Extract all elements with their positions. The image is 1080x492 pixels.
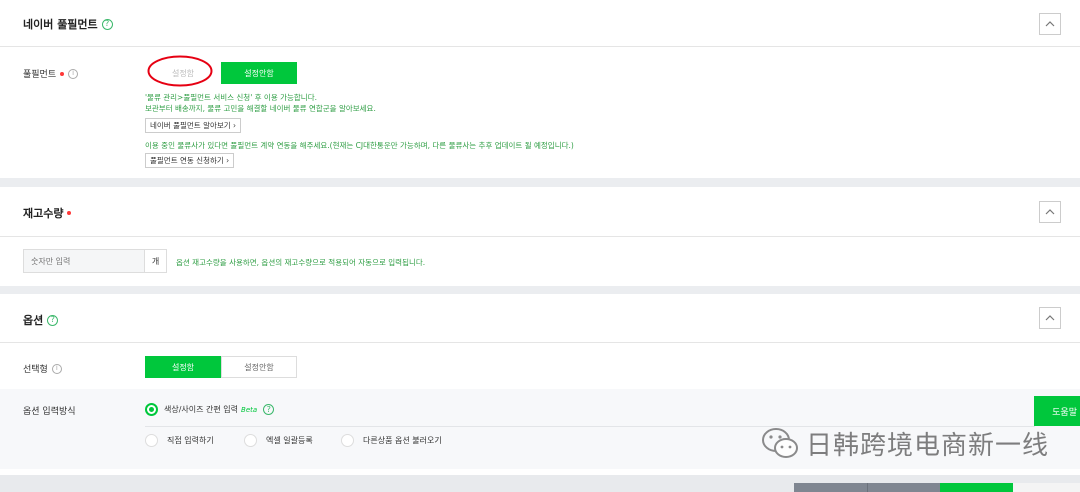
help-icon[interactable]: ? xyxy=(263,404,275,415)
radio-icon xyxy=(145,434,158,447)
radio-direct-input[interactable]: 직접 입력하기 xyxy=(145,434,214,447)
collapse-stock-button[interactable] xyxy=(1039,201,1061,223)
apply-fulfillment-link[interactable]: 풀필먼트 연동 신청하기 › xyxy=(145,153,235,168)
stock-section: 재고수량 개 옵션 재고수량을 사용하면, 옵션의 재고수량으로 적용되어 자동… xyxy=(0,187,1080,286)
help-icon[interactable]: ? xyxy=(101,18,113,30)
fulfillment-field-label: 풀필먼트 i xyxy=(23,67,79,80)
radio-selected-icon xyxy=(145,403,158,416)
chevron-up-icon xyxy=(1045,315,1055,321)
fulfillment-header: 네이버 풀필먼트 ? xyxy=(0,0,1080,47)
options-header: 옵션 ? xyxy=(0,294,1080,343)
radio-simple-input[interactable]: 색상/사이즈 간편 입력 Beta ? xyxy=(145,403,275,416)
radio-icon xyxy=(244,434,257,447)
bottom-action-bar xyxy=(794,483,1080,492)
required-dot xyxy=(67,211,72,215)
fulfillment-unset-button[interactable]: 설정안함 xyxy=(221,62,297,84)
beta-badge: Beta xyxy=(241,405,258,414)
fulfillment-notice-1: '물류 관리>풀필먼트 서비스 신청' 후 이용 가능합니다. xyxy=(145,93,317,102)
input-method-label: 옵션 입력방식 xyxy=(23,407,76,417)
learn-fulfillment-link[interactable]: 네이버 풀필먼트 알아보기 › xyxy=(145,118,242,133)
stock-title: 재고수량 xyxy=(23,205,72,221)
bottom-button-3[interactable] xyxy=(940,483,1013,492)
fulfillment-notice-3: 이용 중인 물류사가 있다면 풀필먼트 계약 연동을 해주세요.(현재는 CJ대… xyxy=(145,141,574,150)
help-floating-button[interactable]: 도움말 xyxy=(1034,396,1080,426)
chevron-up-icon xyxy=(1045,209,1055,215)
annotation-circle xyxy=(147,55,213,87)
stock-input-group: 개 xyxy=(23,249,167,273)
collapse-fulfillment-button[interactable] xyxy=(1039,13,1061,35)
info-icon[interactable]: i xyxy=(51,363,62,374)
select-type-label: 선택형 i xyxy=(23,362,62,375)
stock-header: 재고수량 xyxy=(0,187,1080,237)
stock-unit: 개 xyxy=(144,250,166,272)
help-icon[interactable]: ? xyxy=(47,314,59,326)
stock-quantity-input[interactable] xyxy=(24,250,144,272)
options-set-button[interactable]: 설정함 xyxy=(145,356,221,378)
chevron-up-icon xyxy=(1045,21,1055,27)
options-section: 옵션 ? 선택형 i 설정함 설정안함 옵션 입력방식 색상/사이즈 간편 입력… xyxy=(0,294,1080,492)
radio-icon xyxy=(341,434,354,447)
stock-help-text: 옵션 재고수량을 사용하면, 옵션의 재고수량으로 적용되어 자동으로 입력됩니… xyxy=(176,258,426,267)
radio-excel-upload[interactable]: 엑셀 일괄등록 xyxy=(244,434,313,447)
fulfillment-section: 네이버 풀필먼트 ? 풀필먼트 i 설정함 설정안함 '물류 관리>풀필먼트 서… xyxy=(0,0,1080,178)
wechat-icon xyxy=(762,427,798,458)
bottom-button-2[interactable] xyxy=(867,483,940,492)
options-title: 옵션 ? xyxy=(23,312,59,328)
watermark: 日韩跨境电商新一线 xyxy=(760,425,1049,462)
options-unset-button[interactable]: 설정안함 xyxy=(221,356,297,378)
bottom-button-4[interactable] xyxy=(1013,483,1080,492)
info-icon[interactable]: i xyxy=(68,68,79,79)
required-dot xyxy=(60,71,65,76)
fulfillment-title: 네이버 풀필먼트 ? xyxy=(23,16,113,32)
fulfillment-notice-2: 보관부터 배송까지, 물류 고민을 해결할 네이버 물류 연합군을 알아보세요. xyxy=(145,104,376,113)
collapse-options-button[interactable] xyxy=(1039,307,1061,329)
bottom-button-1[interactable] xyxy=(794,483,867,492)
radio-import-option[interactable]: 다른상품 옵션 불러오기 xyxy=(341,434,442,447)
